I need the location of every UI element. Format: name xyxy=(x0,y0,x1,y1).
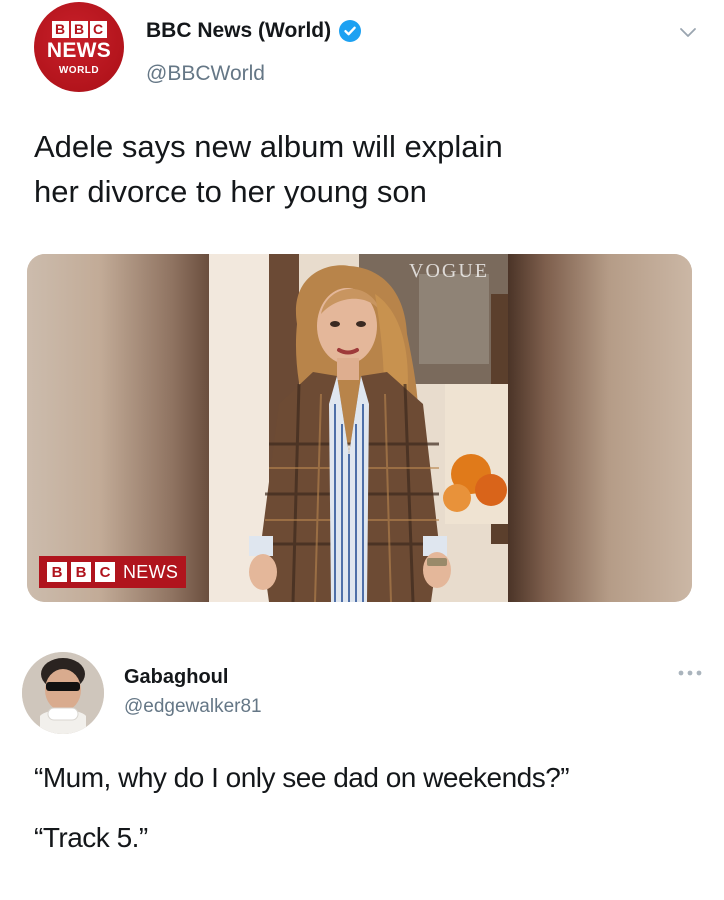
media-blur-right xyxy=(508,254,692,602)
author-name-text: BBC News (World) xyxy=(146,19,332,42)
avatar-news-label: NEWS xyxy=(46,38,112,62)
bbc-logo-blocks: B B C xyxy=(51,20,107,38)
vogue-magazine-mark: VOGUE xyxy=(409,260,489,282)
logo-block-b1: B xyxy=(47,562,67,582)
more-horizontal-icon[interactable] xyxy=(676,668,704,678)
bbc-block-c: C xyxy=(89,20,107,38)
tweet-text: Adele says new album will explain her di… xyxy=(34,124,694,214)
reply-text-line-1: “Mum, why do I only see dad on weekends?… xyxy=(34,762,570,793)
bbc-block-b2: B xyxy=(70,20,88,38)
tweet-header: B B C NEWS WORLD BBC News (World) @BBCWo… xyxy=(34,2,714,102)
chevron-down-icon[interactable] xyxy=(676,20,700,44)
avatar-illustration xyxy=(22,652,104,734)
tweet-text-line-1: Adele says new album will explain xyxy=(34,129,503,164)
tweet-text-line-2: her divorce to her young son xyxy=(34,174,427,209)
bbc-block-b1: B xyxy=(51,20,69,38)
media-blur-left xyxy=(27,254,209,602)
reply-text-line-2: “Track 5.” xyxy=(34,822,148,853)
tweet-media-card[interactable]: VOGUE B B C NEWS xyxy=(27,254,692,602)
author-display-name[interactable]: BBC News (World) xyxy=(146,19,362,43)
logo-block-b2: B xyxy=(71,562,91,582)
reply-author-name[interactable]: Gabaghoul xyxy=(124,666,228,689)
logo-block-c: C xyxy=(95,562,115,582)
avatar-world-label: WORLD xyxy=(58,64,100,76)
bbc-news-watermark: B B C NEWS xyxy=(39,556,187,588)
adele-magazine-photo: VOGUE xyxy=(209,254,508,602)
photo-illustration xyxy=(209,254,508,602)
logo-news-text: NEWS xyxy=(123,561,179,582)
bbc-news-world-avatar[interactable]: B B C NEWS WORLD xyxy=(34,2,124,92)
reply-author-avatar[interactable] xyxy=(22,652,104,734)
verified-badge-icon xyxy=(339,20,362,42)
reply-author-handle[interactable]: @edgewalker81 xyxy=(124,696,262,718)
author-handle[interactable]: @BBCWorld xyxy=(146,62,265,86)
